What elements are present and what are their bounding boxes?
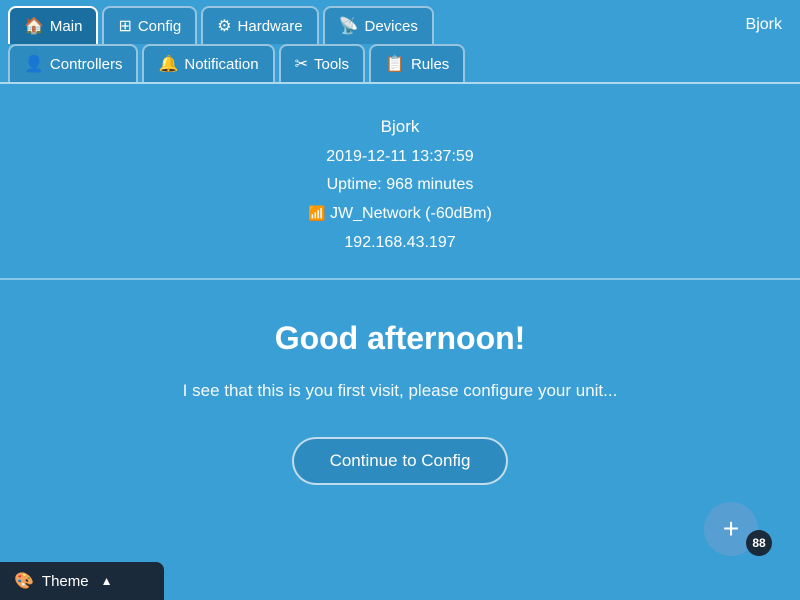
theme-bar[interactable]: 🎨 Theme ▲ <box>0 562 164 600</box>
greeting-text: Good afternoon! <box>20 320 780 357</box>
tab-notification-label: Notification <box>184 56 258 73</box>
chevron-up-icon: ▲ <box>101 574 113 588</box>
theme-label: Theme <box>42 573 89 590</box>
sub-text: I see that this is you first visit, plea… <box>20 381 780 401</box>
tab-devices-label: Devices <box>365 18 418 35</box>
ip-display: 192.168.43.197 <box>20 229 780 258</box>
grid-icon: ⊞ <box>118 16 131 36</box>
plus-icon: + <box>723 513 739 545</box>
fab-badge: 88 <box>746 530 772 556</box>
tab-rules[interactable]: 📋 Rules <box>369 44 465 82</box>
tab-devices[interactable]: 📡 Devices <box>323 6 434 44</box>
rules-icon: 📋 <box>385 54 405 74</box>
nav-top-row: 🏠 Main ⊞ Config ⚙ Hardware 📡 Devices Bjo… <box>0 0 800 44</box>
tab-controllers-label: Controllers <box>50 56 123 73</box>
gear-icon: ⚙ <box>217 16 231 36</box>
username-display: Bjork <box>736 8 792 42</box>
datetime-display: 2019-12-11 13:37:59 <box>20 143 780 172</box>
tab-tools-label: Tools <box>314 56 349 73</box>
tab-config[interactable]: ⊞ Config <box>102 6 197 44</box>
nav-bottom-row: 👤 Controllers 🔔 Notification ✂ Tools 📋 R… <box>0 44 800 84</box>
tab-main-label: Main <box>50 18 83 35</box>
signal-icon: 📶 <box>308 205 325 221</box>
tab-hardware[interactable]: ⚙ Hardware <box>201 6 318 44</box>
tab-main[interactable]: 🏠 Main <box>8 6 98 44</box>
continue-config-button[interactable]: Continue to Config <box>292 437 509 485</box>
device-name: Bjork <box>20 112 780 143</box>
tools-icon: ✂ <box>295 54 308 74</box>
bell-icon: 🔔 <box>158 54 178 74</box>
tab-notification[interactable]: 🔔 Notification <box>142 44 274 82</box>
home-icon: 🏠 <box>24 16 44 36</box>
tab-tools[interactable]: ✂ Tools <box>279 44 365 82</box>
main-content: Good afternoon! I see that this is you f… <box>0 280 800 505</box>
network-display: 📶 JW_Network (-60dBm) <box>20 200 780 229</box>
device-info-section: Bjork 2019-12-11 13:37:59 Uptime: 968 mi… <box>0 84 800 280</box>
tab-config-label: Config <box>138 18 181 35</box>
uptime-display: Uptime: 968 minutes <box>20 171 780 200</box>
tab-rules-label: Rules <box>411 56 449 73</box>
network-name: JW_Network (-60dBm) <box>330 205 492 222</box>
controllers-icon: 👤 <box>24 54 44 74</box>
devices-icon: 📡 <box>339 16 359 36</box>
palette-icon: 🎨 <box>14 571 34 591</box>
tab-controllers[interactable]: 👤 Controllers <box>8 44 138 82</box>
tab-hardware-label: Hardware <box>238 18 303 35</box>
